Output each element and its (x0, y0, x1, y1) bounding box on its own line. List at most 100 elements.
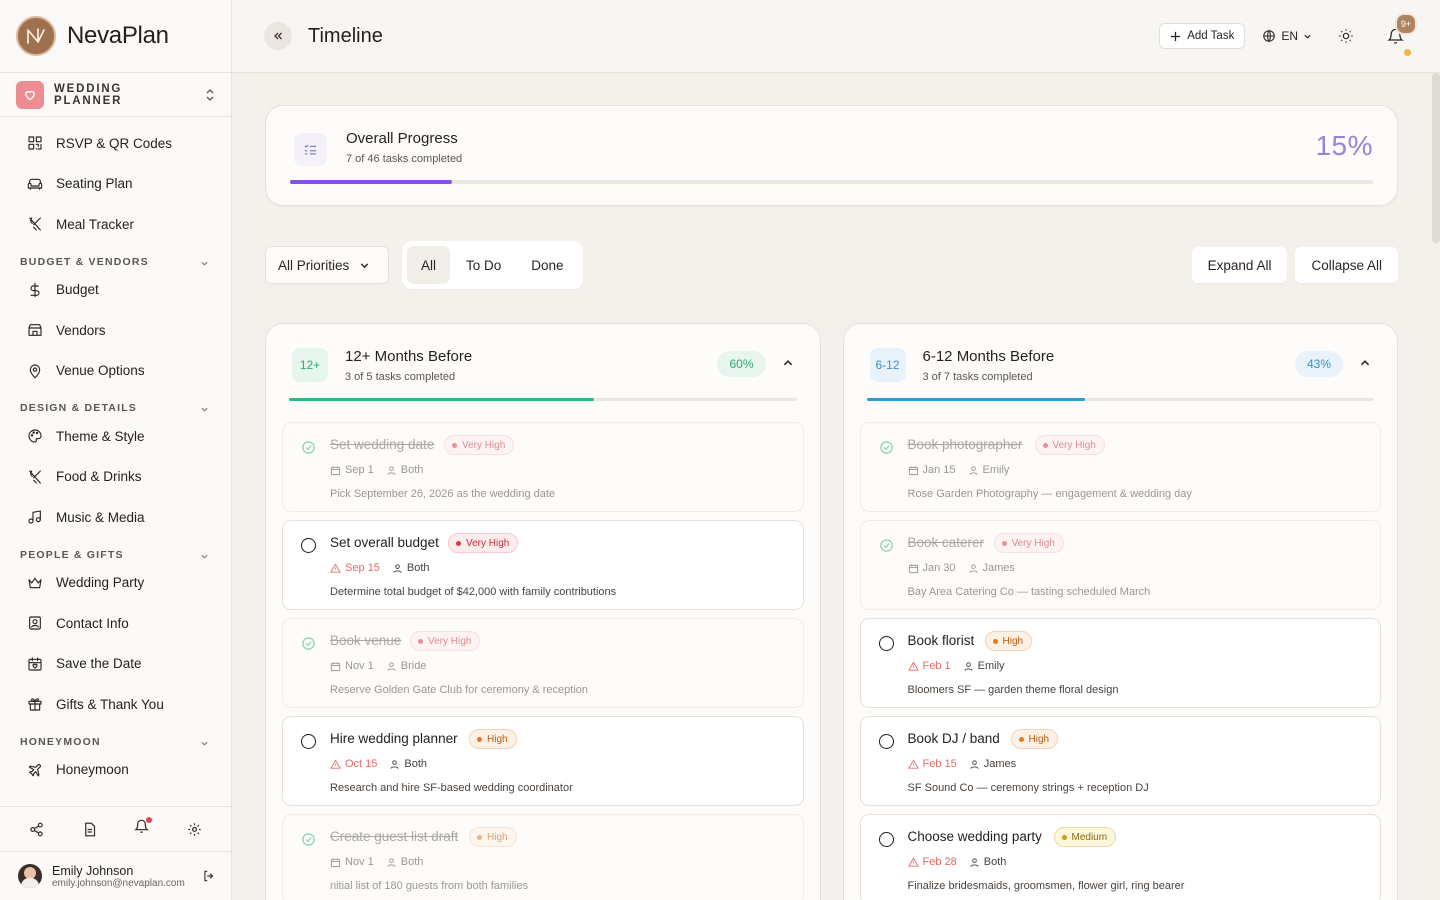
sidebar-section-header[interactable]: DESIGN & DETAILS (0, 391, 231, 416)
sidebar-item-food-drinks[interactable]: Food & Drinks (0, 457, 231, 498)
check-circle-icon[interactable] (301, 440, 316, 455)
store-icon (28, 324, 42, 337)
sidebar-item-save-the-date[interactable]: Save the Date (0, 644, 231, 685)
task-checkbox[interactable] (301, 734, 316, 749)
sidebar-item-theme-style[interactable]: Theme & Style (0, 416, 231, 457)
expand-all-button[interactable]: Expand All (1191, 247, 1288, 283)
column-header[interactable]: 6-12 6-12 Months Before 3 of 7 tasks compl… (860, 324, 1382, 422)
task-date-label: Nov 1 (345, 660, 374, 672)
warning-icon (907, 856, 919, 867)
task-checkbox[interactable] (301, 538, 316, 553)
share-icon[interactable] (29, 822, 44, 837)
task-card[interactable]: Book photographer Very High Jan 15 Emily Ros… (859, 422, 1381, 512)
user-profile[interactable]: Emily Johnson emily.johnson@nevaplan.com (0, 851, 231, 900)
task-card[interactable]: Create guest list draft High Nov 1 Both niti… (282, 814, 804, 900)
task-checkbox[interactable] (878, 636, 894, 651)
task-owner-label: Emily (977, 660, 1005, 672)
column-range-badge: 6-12 (869, 348, 906, 382)
page-scrollbar[interactable] (1432, 73, 1440, 243)
task-checkbox[interactable] (878, 832, 894, 847)
theme-toggle-sun-icon[interactable] (1338, 28, 1354, 44)
column-title: 6-12 Months Before (922, 348, 1055, 365)
column-header[interactable]: 12+ 12+ Months Before 3 of 5 tasks complet… (282, 324, 804, 422)
sidebar-section-header[interactable]: HONEYMOON (0, 725, 231, 750)
app-name: NevaPlan (67, 22, 169, 49)
sidebar-item-rsvp-qr-codes[interactable]: RSVP & QR Codes (0, 123, 231, 164)
logout-icon[interactable] (202, 869, 216, 883)
priority-badge: High (984, 631, 1033, 651)
task-owner: Both (386, 464, 424, 476)
sidebar-item-music-media[interactable]: Music & Media (0, 497, 231, 538)
sidebar-section-header[interactable]: BUDGET & VENDORS (0, 245, 231, 270)
segment-all[interactable]: All (407, 246, 451, 284)
task-card[interactable]: Book florist High Feb 1 Emily Bloomers SF — … (859, 618, 1381, 708)
section-title: DESIGN & DETAILS (20, 402, 138, 414)
page-title: Timeline (308, 24, 383, 47)
sidebar-item-contact-info[interactable]: Contact Info (0, 603, 231, 644)
task-owner: James (968, 562, 1015, 574)
reminder-button[interactable] (134, 817, 153, 839)
status-segmented-control: All To Do Done (402, 241, 583, 289)
task-card[interactable]: Set overall budget Very High Sep 15 Both Det… (282, 520, 804, 610)
sidebar-item-venue-options[interactable]: Venue Options (0, 351, 231, 392)
check-circle-icon[interactable] (301, 636, 316, 651)
collapse-sidebar-button[interactable] (264, 22, 292, 50)
overall-progress-subtitle: 7 of 46 tasks completed (346, 153, 463, 165)
sidebar-item-label: Theme & Style (56, 428, 145, 444)
warning-icon (330, 758, 341, 769)
chevron-up-icon[interactable] (1359, 357, 1371, 369)
task-card[interactable]: Choose wedding party Medium Feb 28 Both Fina… (859, 814, 1381, 900)
section-title: HONEYMOON (20, 735, 101, 748)
task-card[interactable]: Book DJ / band High Feb 15 James SF Sound Co… (859, 716, 1381, 806)
sidebar-item-budget[interactable]: Budget (0, 270, 231, 311)
task-meta: Nov 1 Bride (330, 660, 426, 672)
check-circle-icon[interactable] (879, 538, 894, 553)
sidebar-item-vendors[interactable]: Vendors (0, 310, 231, 351)
task-card[interactable]: Set wedding date Very High Sep 1 Both Pick S… (282, 422, 804, 512)
collapse-all-button[interactable]: Collapse All (1295, 247, 1398, 283)
sidebar-item-meal-tracker[interactable]: Meal Tracker (0, 204, 231, 245)
task-meta: Feb 28 Both (907, 856, 1006, 868)
task-owner-label: Both (400, 464, 424, 476)
check-circle-icon[interactable] (879, 440, 894, 455)
user-icon (393, 563, 402, 573)
priority-badge: Very High (448, 533, 519, 553)
task-card[interactable]: Book caterer Very High Jan 30 James Bay Area… (859, 520, 1381, 610)
workspace-switcher[interactable]: WEDDING PLANNER (0, 73, 231, 117)
sidebar: NevaPlan WEDDING PLANNER RSVP & QR Codes… (0, 0, 232, 900)
calendar-icon (330, 661, 341, 671)
user-icon (970, 857, 979, 867)
brand[interactable]: NevaPlan (0, 0, 231, 73)
sidebar-item-gifts-thank-you[interactable]: Gifts & Thank You (0, 684, 231, 725)
task-card[interactable]: Hire wedding planner High Oct 15 Both Resear… (282, 716, 804, 806)
task-checkbox[interactable] (878, 734, 894, 749)
sidebar-item-honeymoon[interactable]: Honeymoon (0, 750, 231, 791)
task-owner: Emily (963, 660, 1005, 672)
priority-dot (1061, 834, 1067, 840)
chevron-down-icon (201, 407, 208, 412)
check-circle-icon[interactable] (301, 832, 316, 847)
chevron-down-icon (360, 262, 369, 268)
user-icon (390, 759, 400, 769)
sidebar-item-wedding-party[interactable]: Wedding Party (0, 563, 231, 604)
add-task-label: Add Task (1187, 30, 1235, 42)
settings-icon[interactable] (187, 822, 202, 837)
segment-todo[interactable]: To Do (452, 246, 515, 284)
notifications-button[interactable]: 9+ (1380, 13, 1417, 56)
priority-dot (456, 540, 461, 546)
priority-dropdown[interactable]: All Priorities (265, 246, 389, 284)
priority-badge: Very High (1034, 435, 1105, 455)
chevron-up-icon[interactable] (782, 357, 794, 369)
contact-icon (29, 616, 41, 630)
language-selector[interactable]: EN (1262, 29, 1312, 43)
sidebar-item-seating-plan[interactable]: Seating Plan (0, 164, 231, 205)
sidebar-section-header[interactable]: PEOPLE & GIFTS (0, 538, 231, 563)
add-task-button[interactable]: Add Task (1159, 23, 1246, 49)
task-date: Nov 1 (330, 660, 374, 672)
segment-done[interactable]: Done (517, 246, 577, 284)
chevron-down-icon (201, 554, 208, 559)
main-area: Timeline Add Task EN 9+ Overall Progress… (232, 0, 1440, 900)
task-description: Bloomers SF — garden theme floral design (907, 684, 1119, 696)
task-card[interactable]: Book venue Very High Nov 1 Bride Reserve Gol… (282, 618, 804, 708)
document-icon[interactable] (82, 822, 97, 837)
